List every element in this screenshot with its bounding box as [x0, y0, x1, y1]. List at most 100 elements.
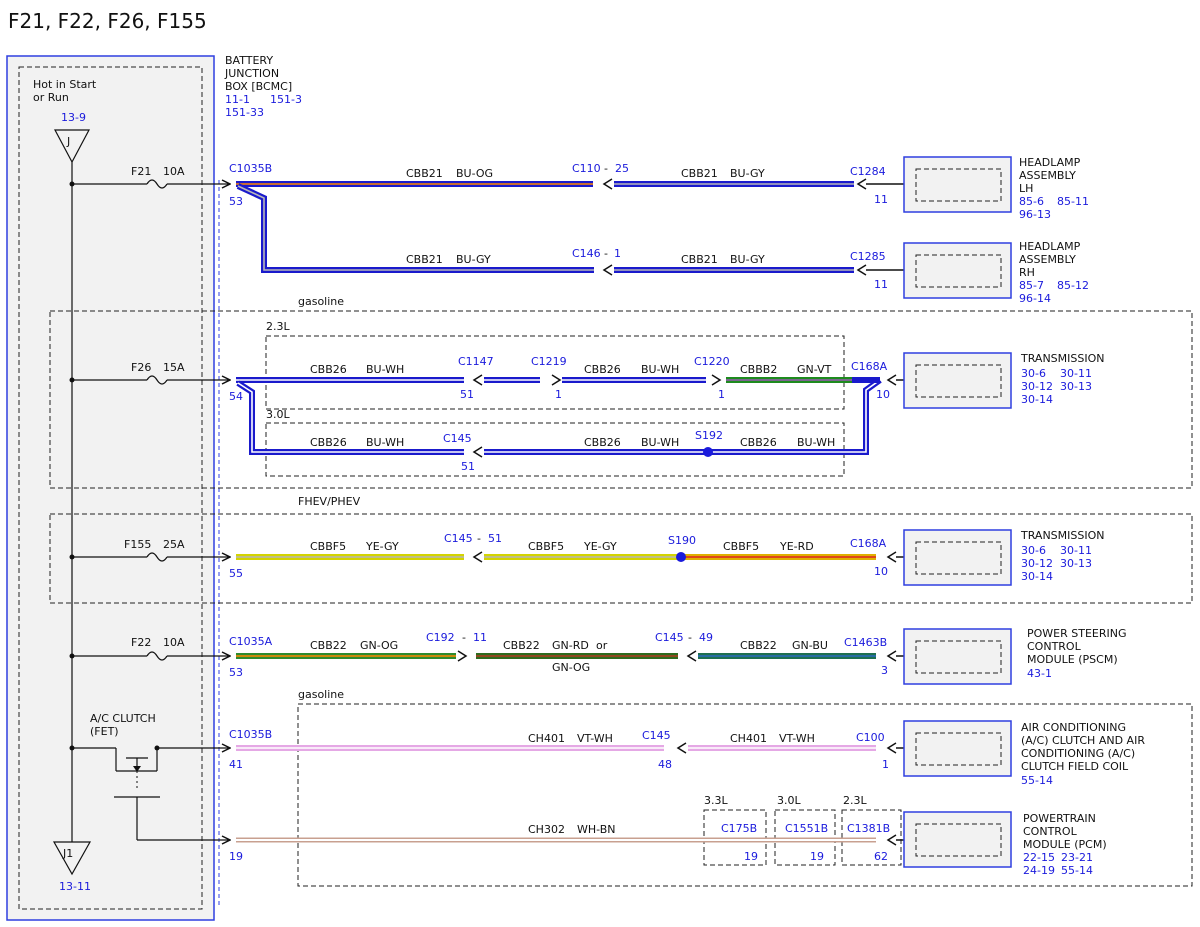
- connector-c175b[interactable]: C175B: [721, 822, 757, 835]
- transmission-gas-ref-3[interactable]: 30-12: [1021, 380, 1053, 393]
- wire-label-r7b-color: VT-WH: [779, 732, 815, 745]
- wire-label-r5b-circuit: CBBF5: [528, 540, 564, 553]
- wire-label-r3b-circuit: CBB26: [584, 363, 621, 376]
- pscm-name-1: POWER STEERING: [1027, 627, 1127, 640]
- wire-label-r3a-color: BU-WH: [366, 363, 404, 376]
- ac-clutch-name-3: CONDITIONING (A/C): [1021, 747, 1135, 760]
- component-transmission-hybrid[interactable]: [903, 529, 1012, 586]
- wire-label-r2a-circuit: CBB21: [406, 253, 443, 266]
- connector-c146[interactable]: C146: [572, 247, 601, 260]
- pscm-ref-1[interactable]: 43-1: [1027, 667, 1052, 680]
- hot-label-2: or Run: [33, 91, 69, 104]
- transmission-hybrid-ref-4[interactable]: 30-13: [1060, 557, 1092, 570]
- connector-c192[interactable]: C192: [426, 631, 455, 644]
- connector-c1147[interactable]: C1147: [458, 355, 494, 368]
- pcm-ref-4[interactable]: 55-14: [1061, 864, 1093, 877]
- transmission-gas-ref-2[interactable]: 30-11: [1060, 367, 1092, 380]
- connector-c168a-1[interactable]: C168A: [851, 360, 888, 373]
- bjb-ref-3[interactable]: 151-33: [225, 106, 264, 119]
- headlamp-rh-ref-1[interactable]: 85-7: [1019, 279, 1044, 292]
- headlamp-lh-ref-2[interactable]: 85-11: [1057, 195, 1089, 208]
- hot-ref-bottom[interactable]: 13-11: [59, 880, 91, 893]
- wire-label-r3b-color: BU-WH: [641, 363, 679, 376]
- connector-c145-2-pin: 51: [488, 532, 502, 545]
- component-headlamp-rh[interactable]: [903, 242, 1012, 299]
- connector-c1219[interactable]: C1219: [531, 355, 567, 368]
- transmission-gas-ref-5[interactable]: 30-14: [1021, 393, 1053, 406]
- wire-cbb22-gn-og[interactable]: [236, 650, 468, 662]
- connector-c1463b[interactable]: C1463B: [844, 636, 887, 649]
- connector-c145-4-pin: 48: [658, 758, 672, 771]
- pcm-ref-3[interactable]: 24-19: [1023, 864, 1055, 877]
- connector-c1035b-1[interactable]: C1035B: [229, 162, 272, 175]
- bjb-name-2: JUNCTION: [224, 67, 279, 80]
- hot-ref-top[interactable]: 13-9: [61, 111, 86, 124]
- connector-c26-pin: 54: [229, 390, 243, 403]
- transmission-hybrid-ref-1[interactable]: 30-6: [1021, 544, 1046, 557]
- component-transmission-gas[interactable]: [903, 352, 1012, 409]
- zone-gasoline-label: gasoline: [298, 295, 344, 308]
- connector-c1035a[interactable]: C1035A: [229, 635, 273, 648]
- connector-c145-1[interactable]: C145: [443, 432, 472, 445]
- connector-c145-3-dash: -: [688, 631, 692, 644]
- component-pcm[interactable]: [903, 811, 1012, 868]
- hot-label-1: Hot in Start: [33, 78, 97, 91]
- wire-label-r7b-circuit: CH401: [730, 732, 767, 745]
- pcm-ref-1[interactable]: 22-15: [1023, 851, 1055, 864]
- wire-label-r8-circuit: CH302: [528, 823, 565, 836]
- connector-c100[interactable]: C100: [856, 731, 885, 744]
- wire-label-r4a-color: BU-WH: [366, 436, 404, 449]
- transmission-hybrid-ref-3[interactable]: 30-12: [1021, 557, 1053, 570]
- wire-cbb21-bu-gy-lh[interactable]: [602, 178, 854, 190]
- wire-label-r3a-circuit: CBB26: [310, 363, 347, 376]
- wire-label-r7a-color: VT-WH: [577, 732, 613, 745]
- connector-c100-pin: 1: [882, 758, 889, 771]
- component-ac-clutch[interactable]: [903, 720, 1012, 777]
- bjb-ref-2[interactable]: 151-3: [270, 93, 302, 106]
- transmission-hybrid-ref-2[interactable]: 30-11: [1060, 544, 1092, 557]
- connector-c110[interactable]: C110: [572, 162, 601, 175]
- connector-c145-4[interactable]: C145: [642, 729, 671, 742]
- transmission-gas-ref-4[interactable]: 30-13: [1060, 380, 1092, 393]
- ac-clutch-ref-1[interactable]: 55-14: [1021, 774, 1053, 787]
- transmission-gas-ref-1[interactable]: 30-6: [1021, 367, 1046, 380]
- wire-cbbf5-ye-rd[interactable]: [676, 552, 876, 562]
- connector-c145-2[interactable]: C145: [444, 532, 473, 545]
- pscm-name-2: CONTROL: [1027, 640, 1082, 653]
- connector-c146-pin: 1: [614, 247, 621, 260]
- connector-c168a-2[interactable]: C168A: [850, 537, 887, 550]
- wire-label-r8-color: WH-BN: [577, 823, 616, 836]
- connector-c1035b-2[interactable]: C1035B: [229, 728, 272, 741]
- splice-s192[interactable]: S192: [695, 429, 723, 442]
- connector-c1381b[interactable]: C1381B: [847, 822, 890, 835]
- wire-cbb22-gn-rd[interactable]: [476, 650, 697, 662]
- ac-clutch-name-1: AIR CONDITIONING: [1021, 721, 1126, 734]
- splice-s190[interactable]: S190: [668, 534, 696, 547]
- connector-c1220-pin: 1: [718, 388, 725, 401]
- headlamp-rh-ref-2[interactable]: 85-12: [1057, 279, 1089, 292]
- connector-c1220[interactable]: C1220: [694, 355, 730, 368]
- connector-c110-dash: -: [604, 162, 608, 175]
- wire-cbbf5-ye-gy[interactable]: [236, 551, 682, 563]
- connector-c1284[interactable]: C1284: [850, 165, 886, 178]
- headlamp-rh-ref-3[interactable]: 96-14: [1019, 292, 1051, 305]
- pcm-ref-2[interactable]: 23-21: [1061, 851, 1093, 864]
- ac-clutch-label-1: A/C CLUTCH: [90, 712, 156, 725]
- connector-c1551b[interactable]: C1551B: [785, 822, 828, 835]
- component-pscm[interactable]: [903, 628, 1012, 685]
- headlamp-lh-ref-1[interactable]: 85-6: [1019, 195, 1044, 208]
- wire-label-r3c-circuit: CBBB2: [740, 363, 777, 376]
- wire-label-r4a-circuit: CBB26: [310, 436, 347, 449]
- connector-c1035a-pin: 53: [229, 666, 243, 679]
- connector-c145-3[interactable]: C145: [655, 631, 684, 644]
- connector-c1285[interactable]: C1285: [850, 250, 886, 263]
- headlamp-lh-ref-3[interactable]: 96-13: [1019, 208, 1051, 221]
- splice-s190-dot: [676, 552, 686, 562]
- splice-s192-dot: [703, 447, 713, 457]
- bjb-ref-1[interactable]: 11-1: [225, 93, 250, 106]
- bjb-name-1: BATTERY: [225, 54, 273, 67]
- wire-label-r1a-circuit: CBB21: [406, 167, 443, 180]
- transmission-hybrid-ref-5[interactable]: 30-14: [1021, 570, 1053, 583]
- component-headlamp-lh[interactable]: [903, 156, 1012, 213]
- wire-cbb26-bu-wh-23l[interactable]: [236, 374, 722, 386]
